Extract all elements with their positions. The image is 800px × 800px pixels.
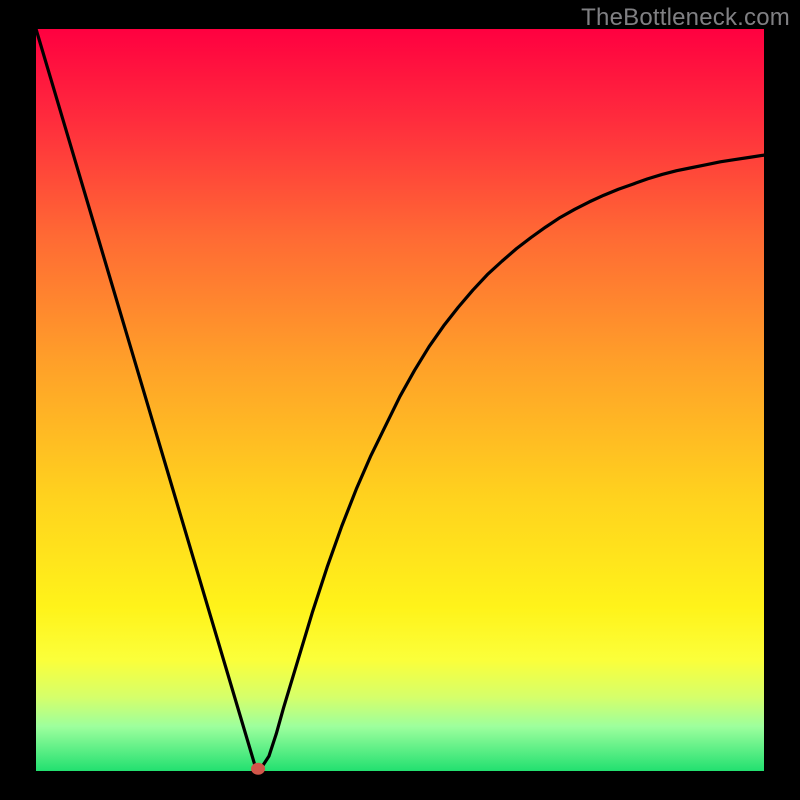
bottleneck-chart [0, 0, 800, 800]
optimal-point-marker [251, 763, 265, 775]
chart-frame: TheBottleneck.com [0, 0, 800, 800]
watermark-text: TheBottleneck.com [581, 4, 790, 32]
